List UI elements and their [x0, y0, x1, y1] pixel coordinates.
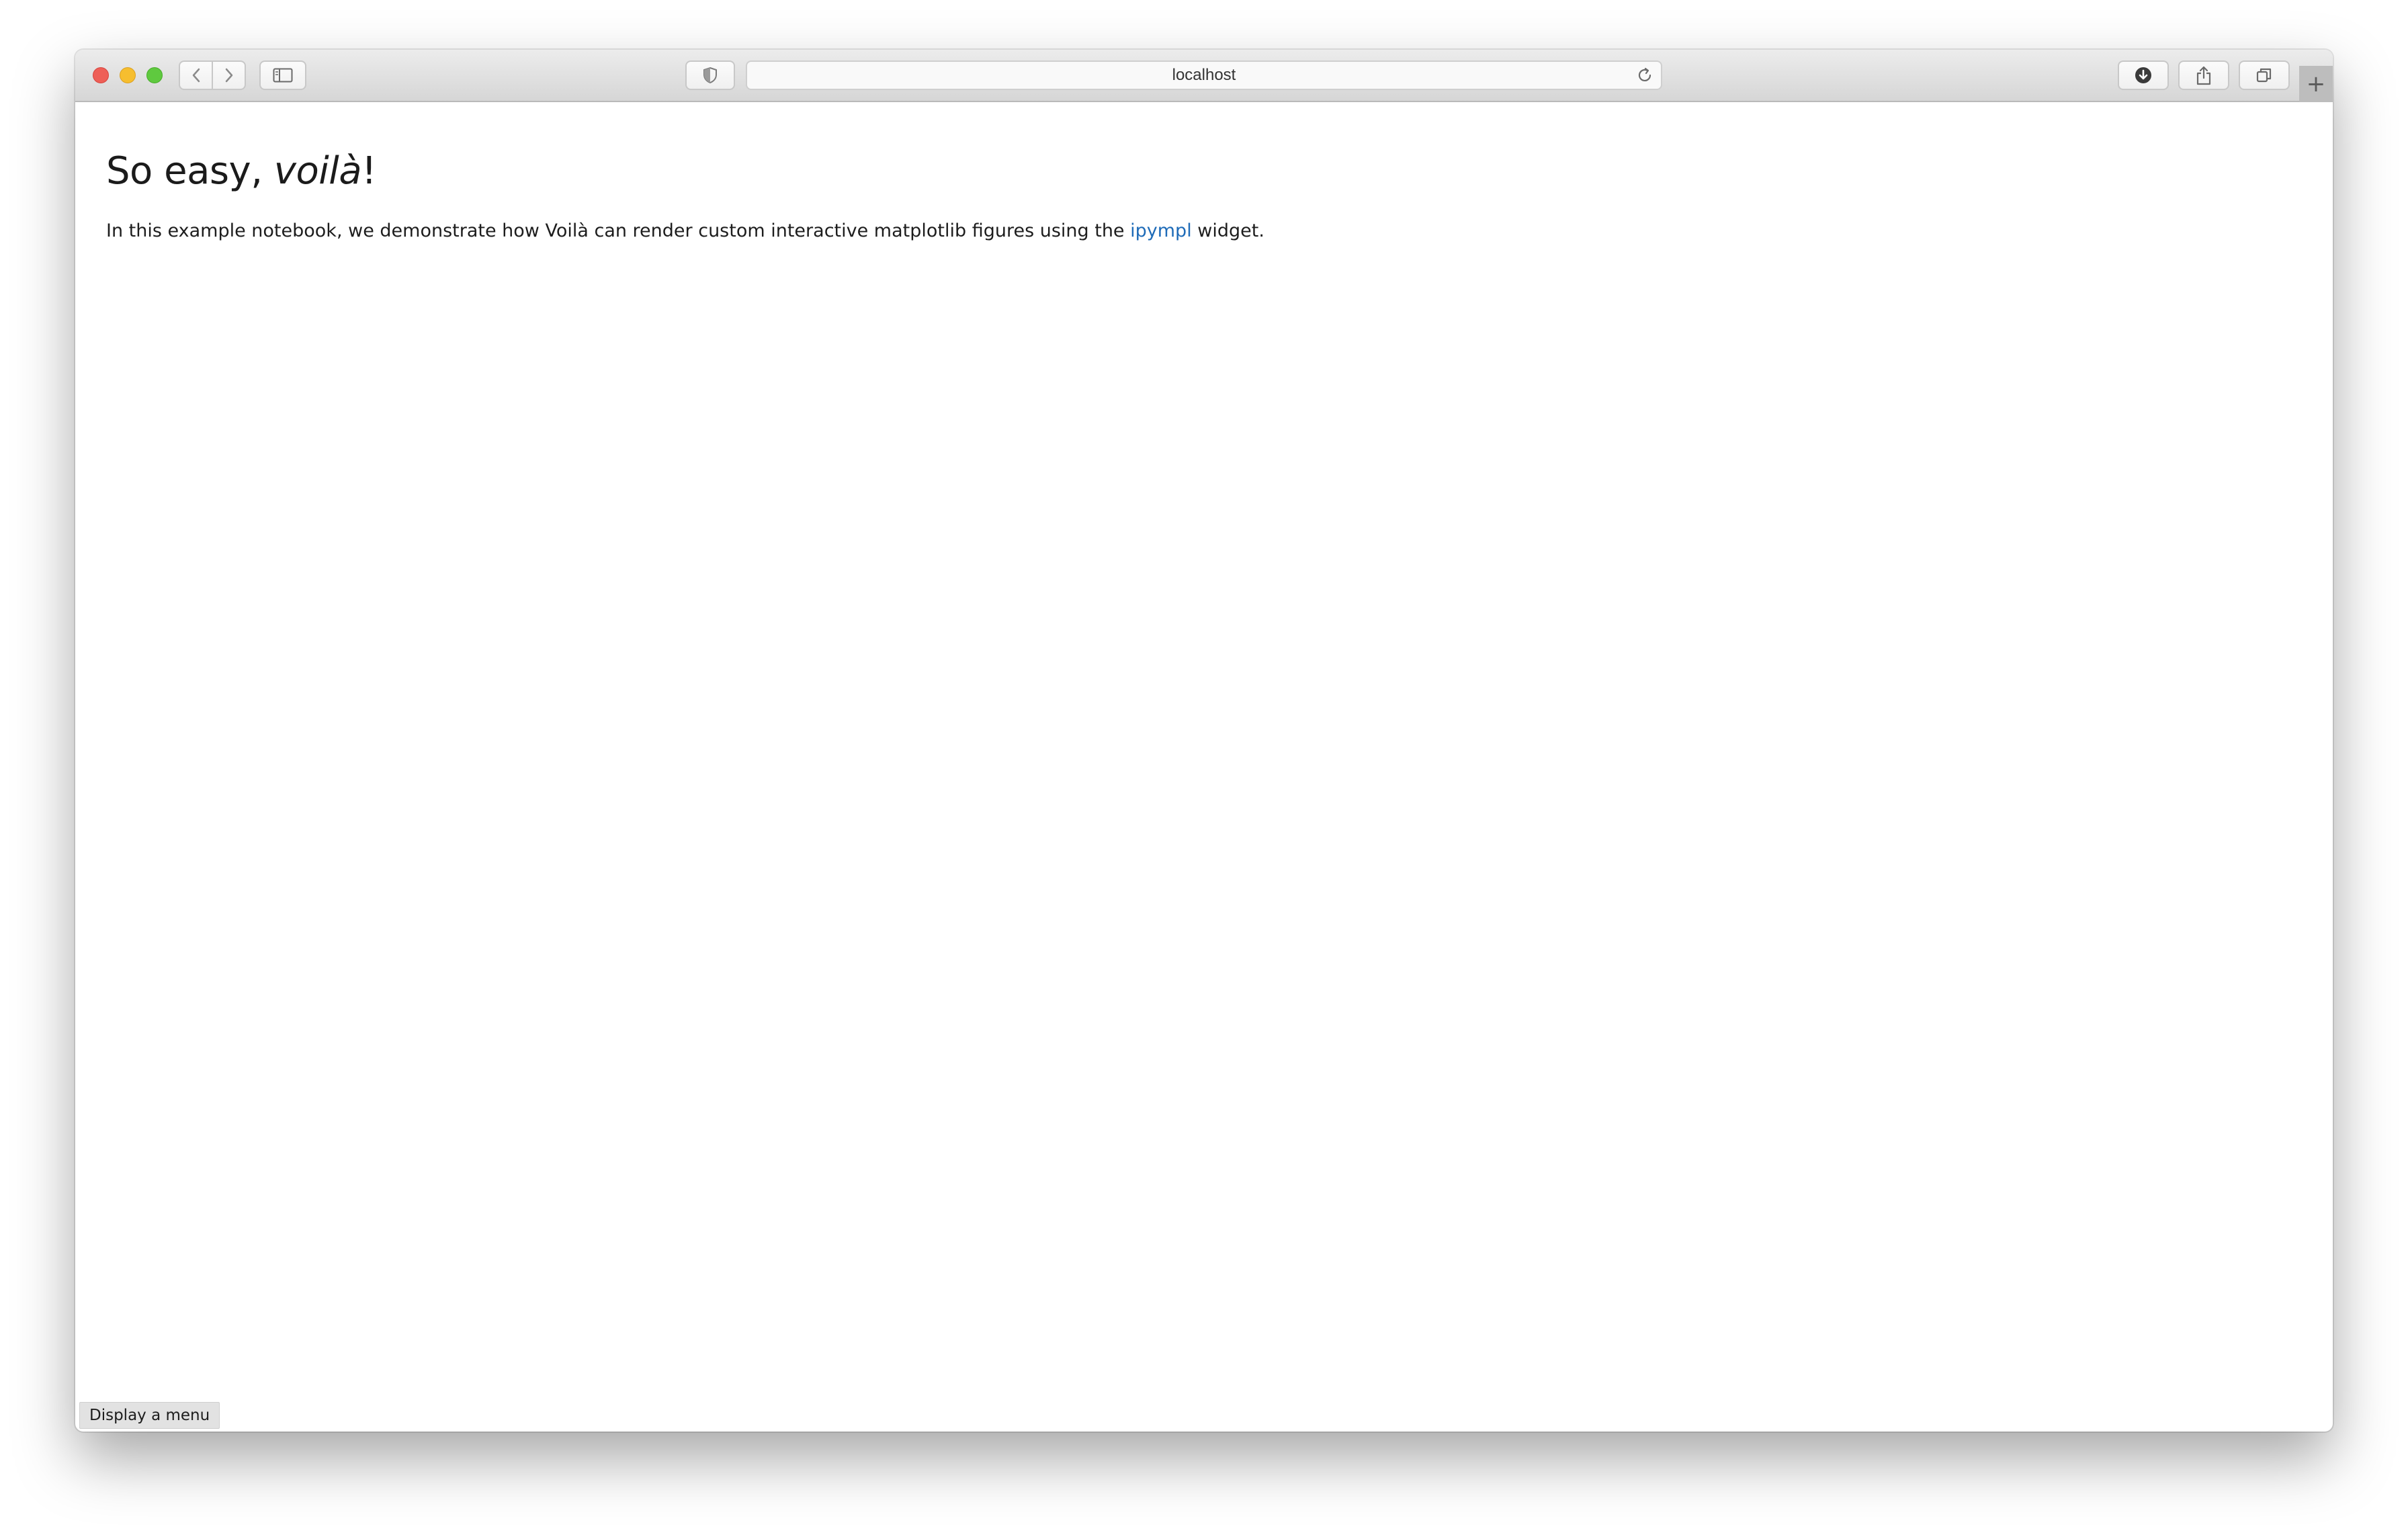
title-emphasis: voilà	[273, 149, 362, 193]
minimize-window-button[interactable]	[120, 67, 136, 83]
intro-paragraph: In this example notebook, we demonstrate…	[106, 220, 1264, 241]
shield-icon	[703, 67, 717, 84]
intro-text-before: In this example notebook, we demonstrate…	[106, 220, 1131, 241]
browser-toolbar: localhost +	[75, 50, 2333, 102]
page-title: So easy, voilà!	[106, 149, 377, 193]
navigation-buttons	[179, 60, 246, 90]
browser-window: localhost + So easy, voilà! In this exam…	[75, 50, 2333, 1432]
new-tab-button[interactable]: +	[2299, 66, 2333, 102]
sidebar-toggle-button[interactable]	[259, 60, 306, 90]
downloads-button[interactable]	[2118, 60, 2169, 90]
share-button[interactable]	[2178, 60, 2229, 90]
chevron-left-icon	[192, 68, 200, 83]
maximize-window-button[interactable]	[146, 67, 163, 83]
reload-button[interactable]	[1635, 66, 1654, 85]
display-menu-button[interactable]: Display a menu	[79, 1402, 220, 1429]
share-icon	[2196, 66, 2211, 85]
privacy-report-button[interactable]	[685, 60, 735, 90]
chevron-right-icon	[225, 68, 232, 83]
ipympl-link[interactable]: ipympl	[1130, 220, 1192, 241]
url-text: localhost	[1172, 66, 1236, 84]
page-content: So easy, voilà! In this example notebook…	[75, 102, 2333, 1432]
address-bar[interactable]: localhost	[746, 60, 1662, 90]
tab-overview-button[interactable]	[2239, 60, 2290, 90]
close-window-button[interactable]	[93, 67, 109, 83]
download-icon	[2135, 67, 2151, 83]
reload-icon	[1638, 67, 1651, 81]
plus-icon: +	[2306, 71, 2326, 97]
sidebar-icon	[273, 68, 293, 83]
forward-button[interactable]	[212, 62, 245, 89]
tabs-overview-icon	[2256, 68, 2272, 83]
title-suffix: !	[361, 149, 377, 193]
title-text: So easy,	[106, 149, 274, 193]
intro-text-after: widget.	[1191, 220, 1264, 241]
back-button[interactable]	[180, 62, 212, 89]
